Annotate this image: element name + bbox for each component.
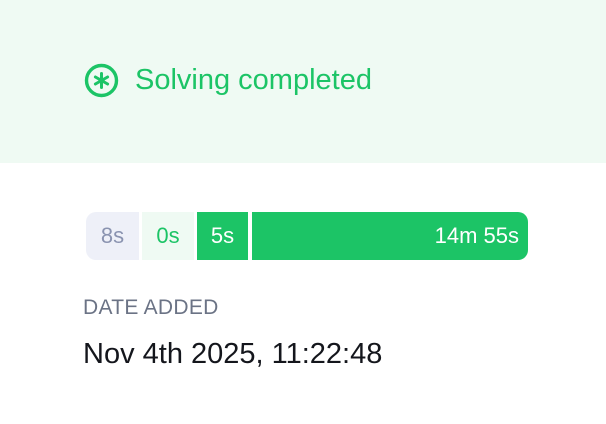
- status-row: Solving completed: [84, 62, 372, 98]
- timing-segment-loading: 5s: [197, 212, 248, 260]
- status-banner: Solving completed: [0, 0, 606, 163]
- date-added-label: DATE ADDED: [83, 296, 219, 319]
- status-text: Solving completed: [135, 64, 372, 96]
- date-added-value: Nov 4th 2025, 11:22:48: [83, 338, 383, 370]
- timing-segment-queued: 8s: [86, 212, 139, 260]
- timing-segment-setup: 0s: [142, 212, 194, 260]
- timing-breakdown-bar: 8s 0s 5s 14m 55s: [86, 212, 528, 260]
- asterisk-circle-icon: [84, 63, 119, 98]
- timing-segment-solving: 14m 55s: [252, 212, 528, 260]
